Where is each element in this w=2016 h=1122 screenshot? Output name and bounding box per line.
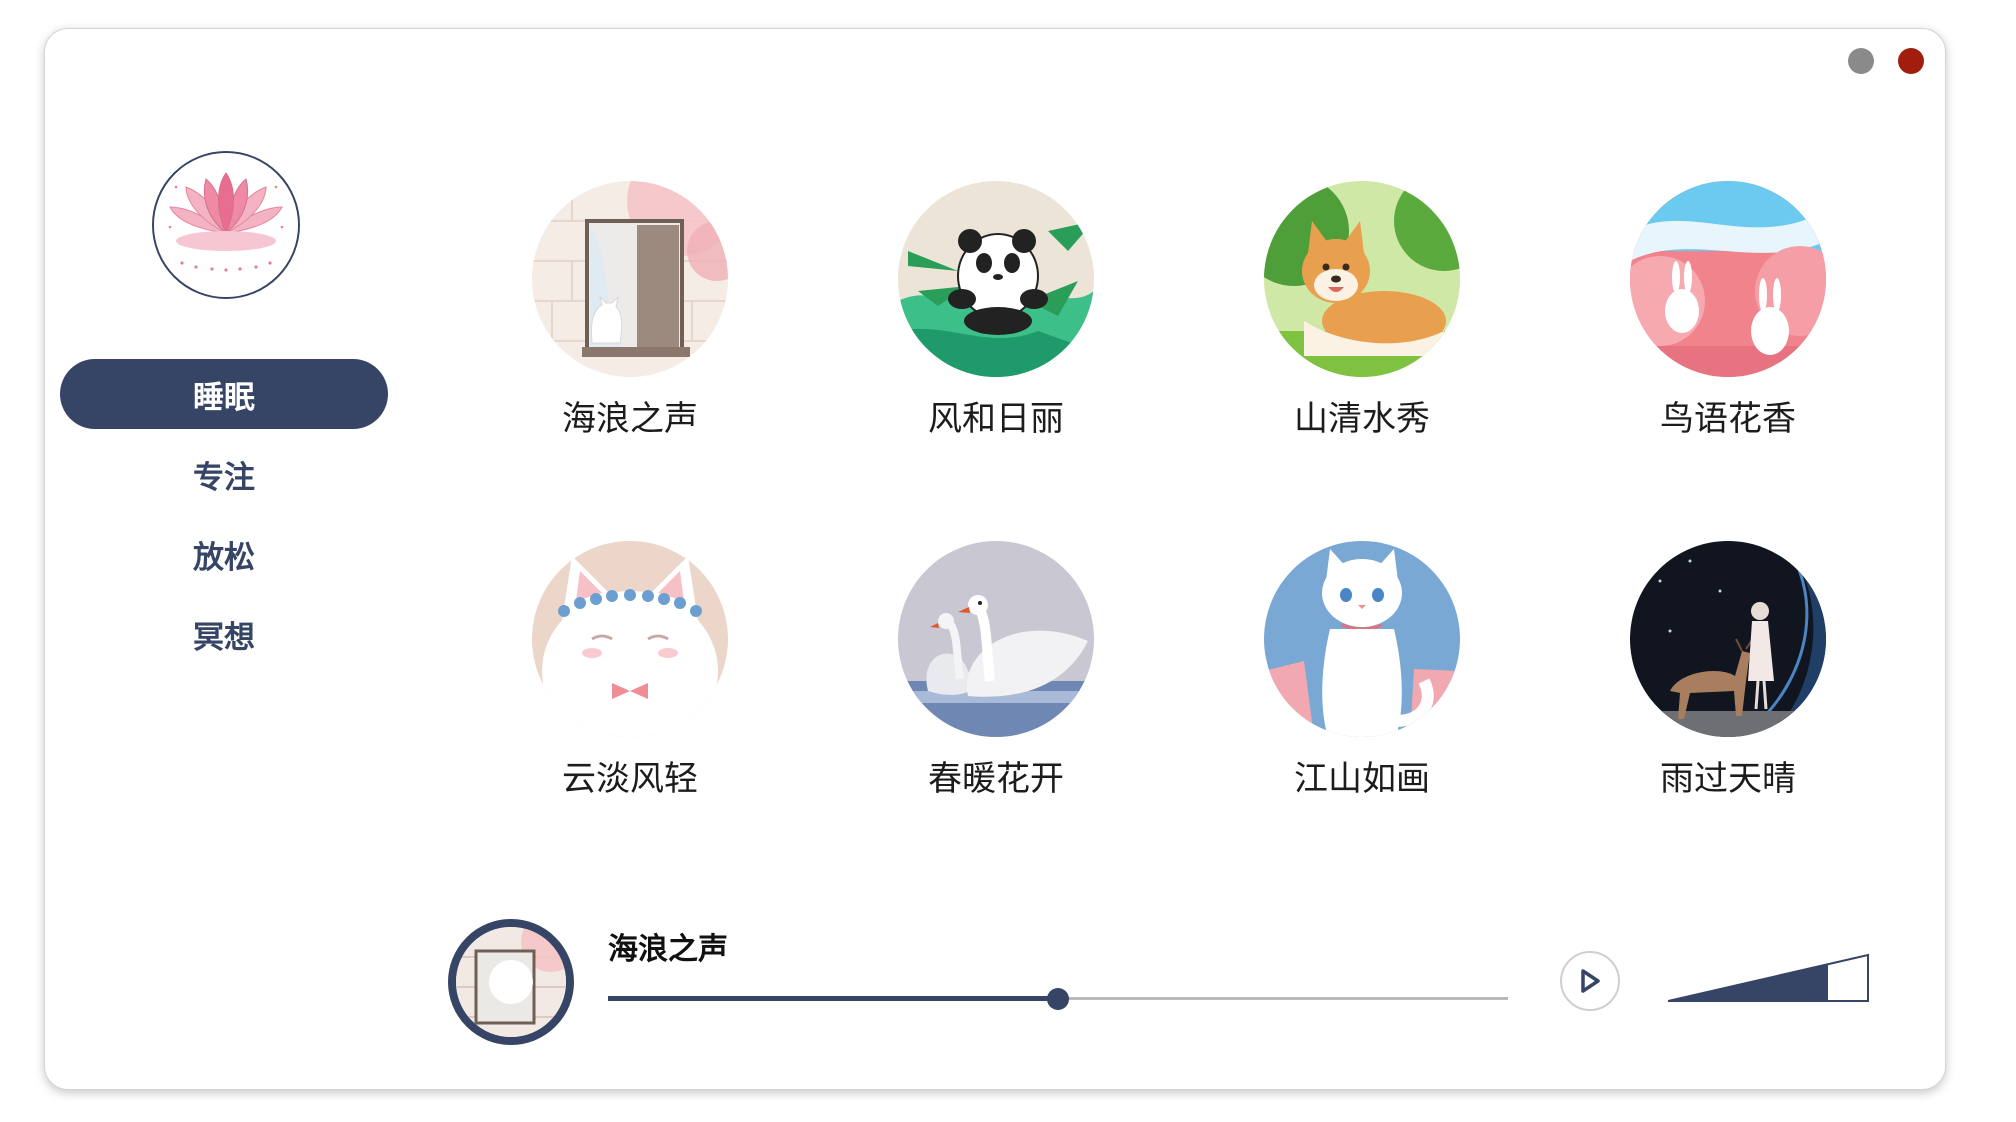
- nav-item-relax[interactable]: 放松: [60, 519, 388, 589]
- sound-card-label: 山清水秀: [1294, 399, 1430, 439]
- sound-card-label: 云淡风轻: [562, 759, 698, 799]
- play-icon: [1581, 969, 1600, 993]
- swans-image: [898, 541, 1094, 737]
- sound-card-0[interactable]: 海浪之声: [500, 181, 760, 461]
- nav-item-label: 睡眠: [193, 379, 255, 416]
- sound-card-label: 鸟语花香: [1660, 399, 1796, 439]
- minimize-button[interactable]: [1848, 48, 1874, 74]
- volume-bar-icon: [1667, 953, 1869, 1002]
- sound-card-label: 春暖花开: [928, 759, 1064, 799]
- sound-card-5[interactable]: 春暖花开: [866, 541, 1126, 821]
- sound-card-label: 雨过天晴: [1660, 759, 1796, 799]
- rabbits-blossom-image: [1630, 181, 1826, 377]
- nav-item-focus[interactable]: 专注: [60, 439, 388, 509]
- volume-control[interactable]: [1667, 953, 1870, 1003]
- sound-card-label: 风和日丽: [928, 399, 1064, 439]
- lotus-logo-icon: [152, 151, 300, 299]
- now-playing-cover: [448, 919, 574, 1045]
- nav-item-sleep[interactable]: 睡眠: [60, 359, 388, 429]
- white-cat-sitting-image: [1264, 541, 1460, 737]
- sound-card-3[interactable]: 鸟语花香: [1598, 181, 1858, 461]
- panda-bamboo-image: [898, 181, 1094, 377]
- play-button[interactable]: [1560, 951, 1620, 1011]
- progress-thumb[interactable]: [1047, 988, 1069, 1010]
- sound-card-label: 江山如画: [1294, 759, 1430, 799]
- sound-card-6[interactable]: 江山如画: [1232, 541, 1492, 821]
- sound-card-7[interactable]: 雨过天晴: [1598, 541, 1858, 821]
- sound-card-1[interactable]: 风和日丽: [866, 181, 1126, 461]
- nav-item-label: 放松: [193, 539, 255, 576]
- now-playing-title: 海浪之声: [608, 932, 728, 967]
- white-cat-crown-image: [532, 541, 728, 737]
- nav-item-label: 专注: [193, 459, 255, 496]
- nav-item-meditate[interactable]: 冥想: [60, 599, 388, 669]
- progress-fill: [608, 996, 1058, 1001]
- nav-item-label: 冥想: [193, 619, 255, 656]
- shiba-dog-image: [1264, 181, 1460, 377]
- progress-slider[interactable]: [608, 987, 1508, 1011]
- sound-card-2[interactable]: 山清水秀: [1232, 181, 1492, 461]
- girl-deer-night-image: [1630, 541, 1826, 737]
- app-window: 睡眠 专注 放松 冥想 海浪之声 风和日丽 山清水秀 鸟语花香 云淡风轻 春暖花…: [44, 28, 1946, 1090]
- sound-card-4[interactable]: 云淡风轻: [500, 541, 760, 821]
- cat-window-image: [532, 181, 728, 377]
- close-button[interactable]: [1898, 48, 1924, 74]
- sound-card-label: 海浪之声: [562, 399, 698, 439]
